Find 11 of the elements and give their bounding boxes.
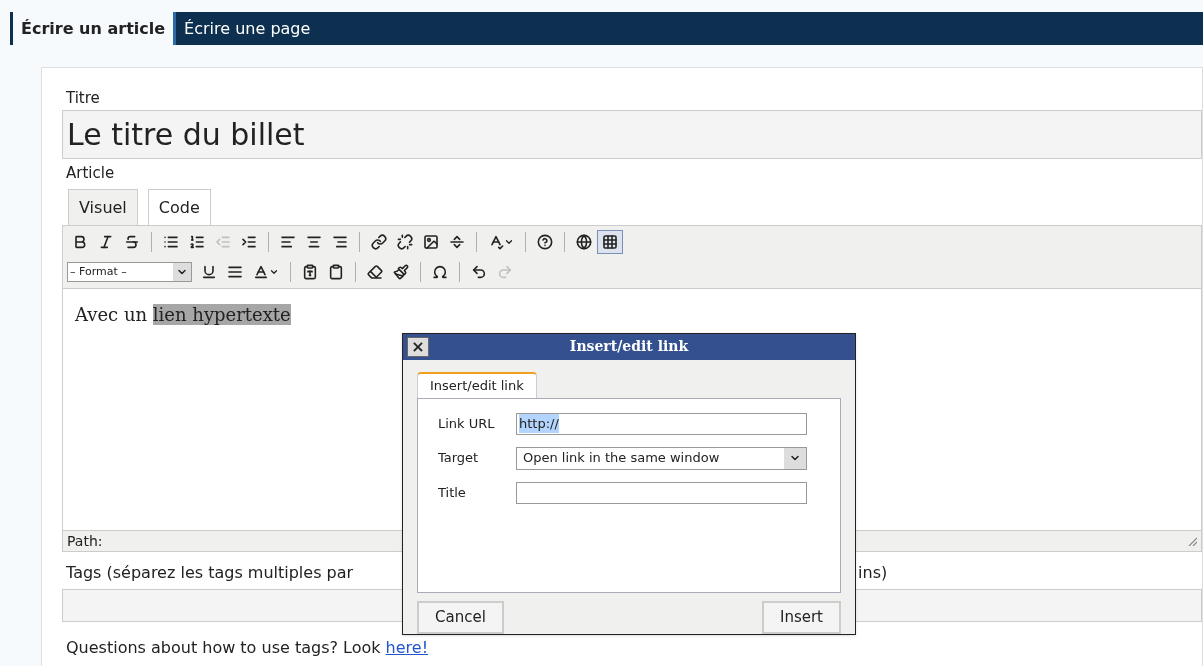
field-label: Target [438, 449, 480, 468]
tags-label: Tags (séparez les tags multiples par [66, 563, 354, 583]
dialog-title: Insert/edit link [569, 337, 689, 357]
article-label: Article [65, 163, 116, 183]
tags-label: ins) [858, 563, 888, 583]
editor-text: Avec un lien hypertexte [75, 304, 291, 325]
path-label: Path: [67, 531, 103, 551]
field-label: Title [438, 483, 467, 502]
title-label: Titre [65, 88, 101, 108]
tags-help-text: Questions about how to use tags? Look [66, 638, 382, 657]
field-label: Link URL [438, 414, 496, 433]
